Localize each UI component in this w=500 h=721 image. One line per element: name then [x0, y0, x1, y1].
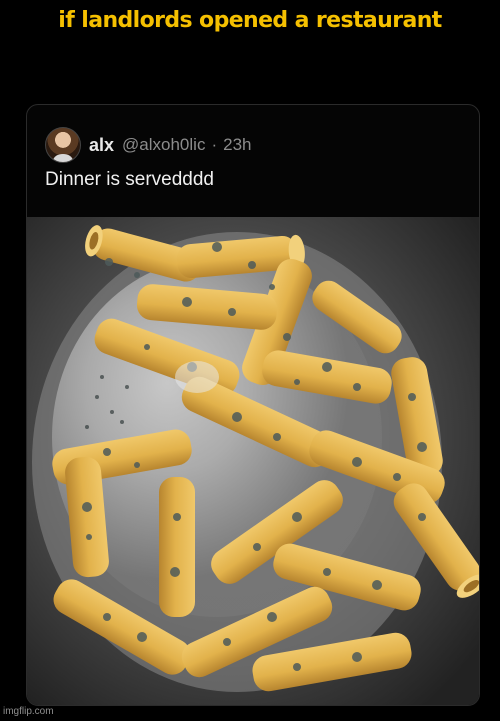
timestamp[interactable]: 23h — [223, 135, 251, 155]
separator-dot: · — [211, 135, 218, 154]
imgflip-watermark: imgflip.com — [3, 706, 54, 717]
meme-caption: if landlords opened a restaurant — [58, 8, 442, 33]
display-name[interactable]: alx — [89, 135, 114, 156]
user-handle[interactable]: @alxoh0lic — [122, 135, 205, 155]
tweet-text: Dinner is servedddd — [45, 169, 214, 190]
moldy-pasta-photo — [27, 217, 479, 705]
tweet-photo[interactable] — [27, 217, 479, 705]
tweet-card: alx @alxoh0lic · 23h Dinner is servedddd — [26, 104, 480, 706]
avatar[interactable] — [45, 127, 81, 163]
tweet-header: alx @alxoh0lic · 23h — [45, 127, 251, 163]
